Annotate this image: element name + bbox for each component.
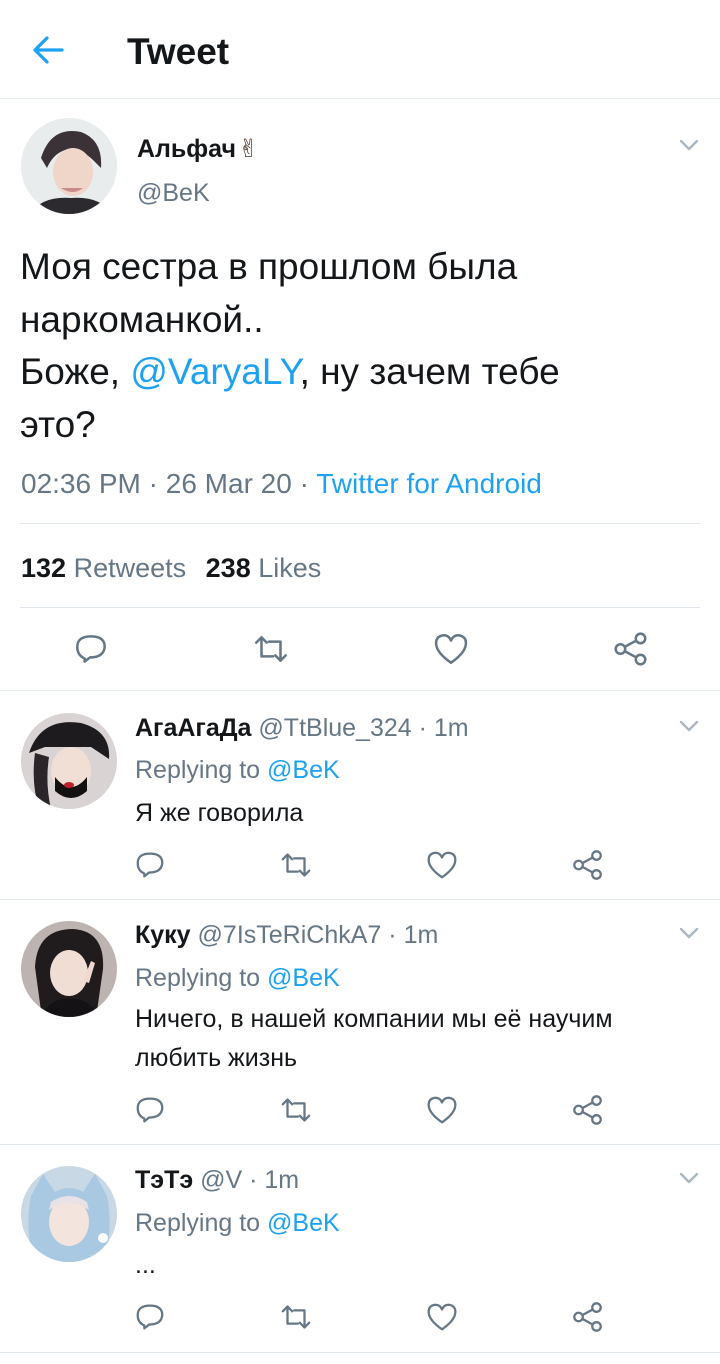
chevron-down-icon[interactable] bbox=[678, 926, 700, 940]
heart-icon bbox=[427, 851, 457, 879]
share-icon bbox=[573, 850, 602, 880]
reply-time: 1m bbox=[403, 921, 439, 949]
retweet-icon bbox=[281, 1305, 311, 1329]
tweet-time: 02:36 PM bbox=[21, 468, 141, 499]
like-button[interactable] bbox=[425, 1300, 459, 1334]
mention-link[interactable]: @VaryaLY bbox=[130, 351, 299, 392]
share-icon bbox=[614, 632, 647, 666]
reply-text: Я же говорила bbox=[135, 799, 304, 827]
reply-button[interactable] bbox=[72, 630, 110, 668]
retweet-button[interactable] bbox=[279, 848, 313, 882]
reply-text: ... bbox=[135, 1251, 156, 1279]
reply-author-name[interactable]: АгаАгаДа bbox=[135, 714, 251, 742]
share-button[interactable] bbox=[571, 1093, 605, 1127]
author-handle[interactable]: @BeK bbox=[137, 178, 210, 208]
tweet-date: 26 Mar 20 bbox=[165, 468, 292, 499]
reply-icon bbox=[76, 635, 106, 663]
reply-header: ТэТэ @V · 1m bbox=[135, 1166, 300, 1194]
reply-author-handle[interactable]: @TtBlue_324 bbox=[258, 714, 411, 742]
page-title: Tweet bbox=[127, 31, 230, 72]
heart-icon bbox=[427, 1096, 457, 1124]
reply-author-name[interactable]: Куку bbox=[135, 921, 191, 949]
retweet-icon bbox=[281, 853, 311, 877]
replying-to-link[interactable]: @BeK bbox=[267, 1209, 340, 1237]
retweet-button[interactable] bbox=[279, 1300, 313, 1334]
chevron-down-icon[interactable] bbox=[678, 138, 700, 152]
replying-to: Replying to @BeK bbox=[135, 1209, 340, 1237]
reply-avatar[interactable] bbox=[21, 1166, 117, 1262]
chevron-down-icon[interactable] bbox=[678, 719, 700, 733]
author-avatar[interactable] bbox=[21, 118, 117, 214]
reply-header: АгаАгаДа @TtBlue_324 · 1m bbox=[135, 714, 469, 742]
like-button[interactable] bbox=[425, 1093, 459, 1127]
retweet-icon bbox=[254, 636, 288, 662]
tweet-source-link[interactable]: Twitter for Android bbox=[316, 468, 542, 499]
replying-to: Replying to @BeK bbox=[135, 756, 340, 784]
reply-button[interactable] bbox=[133, 1093, 167, 1127]
reply-author-handle[interactable]: @V bbox=[200, 1166, 242, 1194]
victory-hand-icon: ✌ bbox=[237, 135, 259, 163]
retweets-stat[interactable]: 132 Retweets bbox=[21, 553, 186, 583]
header-divider bbox=[0, 98, 720, 99]
back-button[interactable] bbox=[28, 32, 68, 68]
replying-to-link[interactable]: @BeK bbox=[267, 756, 340, 784]
retweet-button[interactable] bbox=[279, 1093, 313, 1127]
reply-button[interactable] bbox=[133, 1300, 167, 1334]
share-icon bbox=[573, 1095, 602, 1125]
tweet-meta: 02:36 PM · 26 Mar 20 · Twitter for Andro… bbox=[21, 468, 542, 499]
share-icon bbox=[573, 1302, 602, 1332]
reply-text: Ничего, в нашей компании мы её научим лю… bbox=[135, 1005, 613, 1072]
reply-author-handle[interactable]: @7IsTeRiChkA7 bbox=[198, 921, 382, 949]
tweet-text: Моя сестра в прошлом была наркоманкой.. … bbox=[20, 246, 560, 445]
tweet-stats: 132 Retweets 238 Likes bbox=[21, 551, 321, 585]
retweet-icon bbox=[281, 1098, 311, 1122]
likes-stat[interactable]: 238 Likes bbox=[206, 553, 322, 583]
like-button[interactable] bbox=[425, 848, 459, 882]
reply-avatar[interactable] bbox=[21, 921, 117, 1017]
reply-time: 1m bbox=[433, 714, 469, 742]
reply-icon bbox=[136, 852, 164, 878]
share-button[interactable] bbox=[571, 1300, 605, 1334]
reply-avatar[interactable] bbox=[21, 713, 117, 809]
share-button[interactable] bbox=[612, 630, 650, 668]
reply-time: 1m bbox=[264, 1166, 300, 1194]
heart-icon bbox=[427, 1303, 457, 1331]
reply-author-name[interactable]: ТэТэ bbox=[135, 1166, 193, 1194]
replying-to: Replying to @BeK bbox=[135, 964, 340, 992]
heart-icon bbox=[434, 634, 468, 664]
chevron-down-icon[interactable] bbox=[678, 1171, 700, 1185]
share-button[interactable] bbox=[571, 848, 605, 882]
author-name[interactable]: Альфач✌ bbox=[137, 134, 259, 164]
like-button[interactable] bbox=[432, 630, 470, 668]
retweet-button[interactable] bbox=[252, 630, 290, 668]
reply-button[interactable] bbox=[133, 848, 167, 882]
replying-to-link[interactable]: @BeK bbox=[267, 964, 340, 992]
reply-header: Куку @7IsTeRiChkA7 · 1m bbox=[135, 921, 439, 949]
back-arrow-icon bbox=[33, 36, 64, 64]
reply-icon bbox=[136, 1304, 164, 1330]
reply-icon bbox=[136, 1097, 164, 1123]
